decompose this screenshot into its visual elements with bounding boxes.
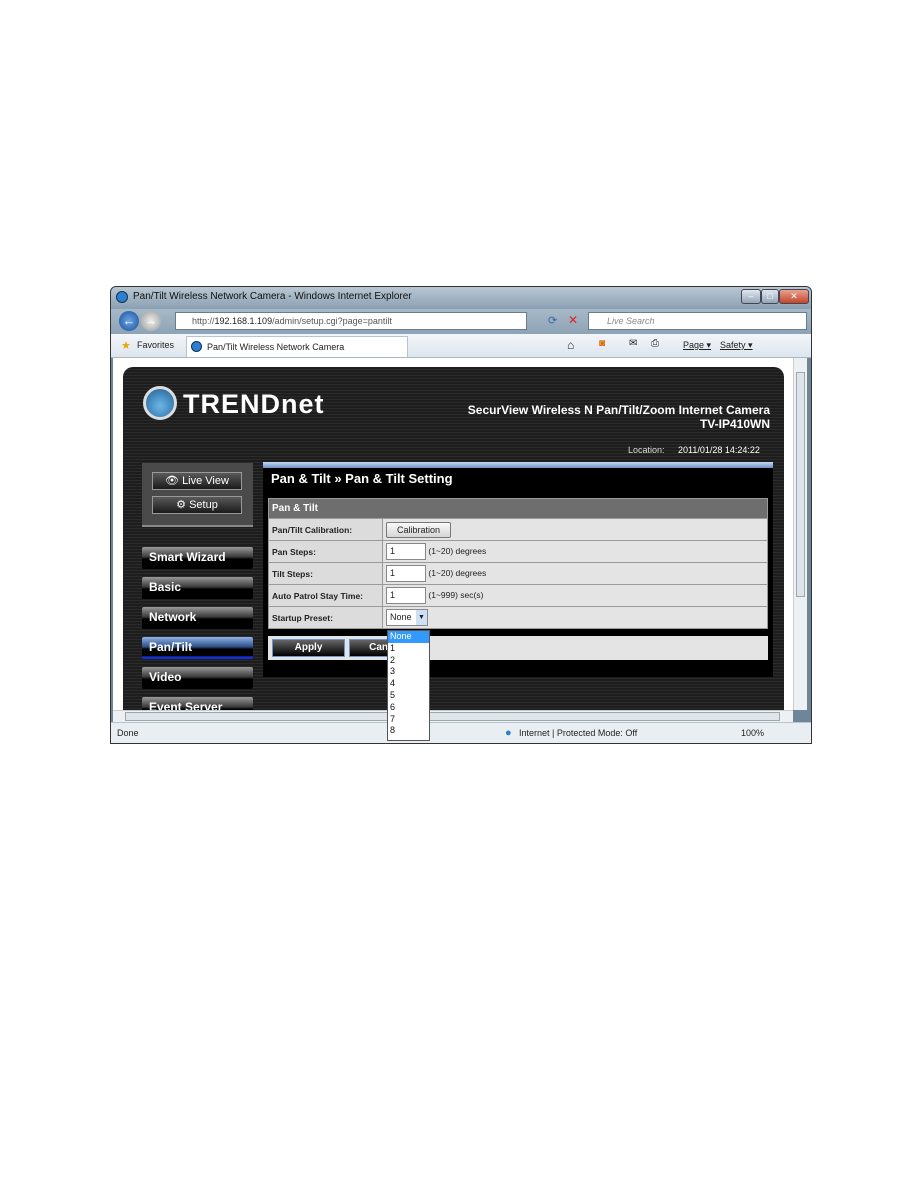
home-icon[interactable]: ⌂ [567, 338, 574, 352]
page-title: Pan & Tilt » Pan & Tilt Setting [271, 471, 453, 486]
apply-button[interactable]: Apply [272, 639, 345, 657]
menu-basic[interactable]: Basic [142, 577, 253, 599]
location-label: Location: [628, 445, 665, 455]
trendnet-logo-icon [143, 386, 177, 420]
preset-option[interactable]: 7 [388, 714, 429, 726]
menu-pan-tilt[interactable]: Pan/Tilt [142, 637, 253, 659]
security-zone: Internet | Protected Mode: Off [519, 728, 638, 738]
datetime: 2011/01/28 14:24:22 [678, 445, 760, 455]
ie-icon [191, 341, 202, 352]
browser-window: Pan/Tilt Wireless Network Camera - Windo… [110, 286, 812, 744]
address-bar[interactable]: http://192.168.1.109/admin/setup.cgi?pag… [175, 312, 527, 330]
camera-panel: TRENDnet SecurView Wireless N Pan/Tilt/Z… [123, 367, 784, 710]
preset-option[interactable]: 8 [388, 725, 429, 737]
page-content: TRENDnet SecurView Wireless N Pan/Tilt/Z… [113, 358, 793, 710]
maximize-button[interactable]: □ [761, 289, 779, 304]
menu-event-server[interactable]: Event Server [142, 697, 253, 710]
patrol-time-label: Auto Patrol Stay Time: [268, 584, 383, 607]
main-panel: Pan & Tilt » Pan & Tilt Setting Pan & Ti… [263, 462, 773, 677]
patrol-time-input[interactable]: 1 [386, 587, 426, 604]
pan-steps-label: Pan Steps: [268, 540, 383, 563]
safety-menu[interactable]: Safety ▾ [720, 340, 753, 351]
scroll-thumb[interactable] [796, 372, 805, 597]
chevron-down-icon[interactable]: ▼ [416, 610, 427, 625]
page-menu[interactable]: Page ▾ [683, 340, 711, 351]
title-bar: Pan/Tilt Wireless Network Camera - Windo… [111, 287, 811, 309]
startup-preset-label: Startup Preset: [268, 606, 383, 629]
preset-option[interactable]: 3 [388, 666, 429, 678]
tilt-steps-hint: (1~20) degrees [428, 567, 487, 578]
preset-dropdown-list: None 1 2 3 4 5 6 7 8 [387, 630, 430, 741]
zoom-level[interactable]: 100% [741, 728, 764, 738]
accent-bar [263, 462, 773, 468]
refresh-icon[interactable]: ⟳ [548, 314, 557, 327]
preset-option[interactable]: 1 [388, 643, 429, 655]
mode-box: 👁 Live View ⚙ Setup [142, 463, 253, 527]
brand-logo: TRENDnet [183, 389, 325, 419]
product-name: SecurView Wireless N Pan/Tilt/Zoom Inter… [467, 403, 770, 417]
favorites-bar: ★ Favorites Pan/Tilt Wireless Network Ca… [111, 334, 811, 358]
print-icon[interactable]: ⎙ [651, 338, 659, 349]
vertical-scrollbar[interactable] [793, 358, 807, 710]
window-title: Pan/Tilt Wireless Network Camera - Windo… [133, 291, 412, 302]
tilt-steps-input[interactable]: 1 [386, 565, 426, 582]
search-input[interactable]: Live Search [588, 312, 807, 330]
calibration-button[interactable]: Calibration [386, 521, 452, 538]
status-bar: Done ● Internet | Protected Mode: Off 10… [111, 722, 811, 743]
browser-tab[interactable]: Pan/Tilt Wireless Network Camera [186, 336, 408, 357]
preset-option[interactable]: 2 [388, 655, 429, 667]
back-button[interactable]: ← [119, 311, 139, 331]
mail-icon[interactable]: ✉ [629, 338, 637, 349]
live-view-button[interactable]: 👁 Live View [152, 472, 242, 490]
calibration-label: Pan/Tilt Calibration: [268, 518, 383, 541]
model-name: TV-IP410WN [699, 417, 770, 431]
settings-table: Pan & Tilt Pan/Tilt Calibration: Calibrat… [268, 498, 768, 629]
menu-smart-wizard[interactable]: Smart Wizard [142, 547, 253, 569]
scroll-thumb[interactable] [125, 712, 780, 721]
feeds-icon[interactable]: ◙ [599, 338, 605, 349]
star-icon: ★ [121, 340, 131, 352]
preset-option[interactable]: 4 [388, 678, 429, 690]
patrol-time-hint: (1~999) sec(s) [428, 589, 484, 600]
setup-button[interactable]: ⚙ Setup [152, 496, 242, 514]
pan-steps-input[interactable]: 1 [386, 543, 426, 560]
globe-icon: ● [505, 727, 512, 739]
close-button[interactable]: ✕ [779, 289, 809, 304]
startup-preset-select[interactable]: None ▼ [386, 609, 428, 626]
pan-steps-hint: (1~20) degrees [428, 545, 487, 556]
forward-button[interactable]: → [141, 311, 161, 331]
preset-option[interactable]: None [388, 631, 429, 643]
section-header: Pan & Tilt [268, 498, 768, 519]
horizontal-scrollbar[interactable] [113, 710, 793, 722]
ie-icon [116, 291, 128, 303]
menu-video[interactable]: Video [142, 667, 253, 689]
favorites-button[interactable]: Favorites [137, 340, 174, 350]
stop-icon[interactable]: ✕ [568, 313, 578, 327]
status-text: Done [117, 728, 139, 738]
tilt-steps-label: Tilt Steps: [268, 562, 383, 585]
navigation-bar: ← → http://192.168.1.109/admin/setup.cgi… [111, 309, 811, 334]
action-bar: Apply Cancel [268, 636, 768, 660]
minimize-button[interactable]: – [741, 289, 761, 304]
preset-option[interactable]: 5 [388, 690, 429, 702]
preset-option[interactable]: 6 [388, 702, 429, 714]
menu-network[interactable]: Network [142, 607, 253, 629]
